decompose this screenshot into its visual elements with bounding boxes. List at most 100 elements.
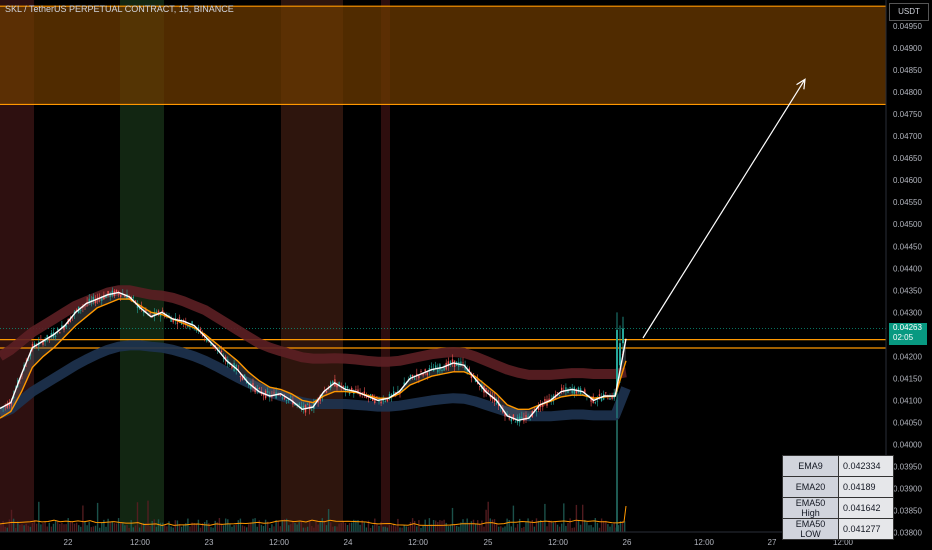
volume-bar <box>491 519 494 532</box>
volume-bar <box>334 526 336 532</box>
volume-bar <box>407 526 410 532</box>
volume-bar <box>439 520 441 532</box>
price-tick-label: 0.04050 <box>893 418 922 427</box>
candle-body <box>414 378 416 380</box>
volume-bar <box>128 527 130 532</box>
candle-body <box>418 375 420 379</box>
volume-bar <box>120 522 122 532</box>
volume-bar <box>537 520 540 532</box>
candle-body <box>462 362 464 364</box>
volume-bar <box>42 523 44 532</box>
volume-bar <box>73 523 76 532</box>
candle-body <box>311 409 313 411</box>
volume-bar <box>304 527 307 532</box>
volume-bar <box>210 527 212 532</box>
candle-body <box>54 335 57 337</box>
volume-bar <box>348 523 351 532</box>
volume-bar <box>170 526 172 532</box>
volume-bar <box>174 520 176 532</box>
ema-legend-table: EMA9 0.042334 EMA20 0.04189 EMA50 High 0.04… <box>782 455 894 540</box>
price-tick-label: 0.04550 <box>893 198 922 207</box>
candle-body <box>409 374 412 378</box>
volume-bar <box>613 522 615 532</box>
price-tick-label: 0.04000 <box>893 440 922 449</box>
price-tick-label: 0.04900 <box>893 44 922 53</box>
volume-bar <box>86 525 88 532</box>
candle-body <box>561 387 563 391</box>
volume-bar <box>48 522 50 532</box>
candle-body <box>508 418 510 420</box>
volume-bar <box>405 526 407 532</box>
volume-bar <box>319 521 321 532</box>
volume-bar <box>411 518 414 532</box>
price-tick-label: 0.03900 <box>893 485 922 494</box>
volume-bar <box>214 520 216 532</box>
volume-bar <box>155 526 158 532</box>
volume-bar <box>510 526 512 532</box>
volume-bar <box>325 525 328 532</box>
volume-bar <box>281 520 284 532</box>
volume-bar <box>277 521 279 532</box>
volume-bar <box>233 525 235 532</box>
price-tick-label: 0.04750 <box>893 110 922 119</box>
volume-bar <box>300 521 302 532</box>
candle-body <box>535 411 538 413</box>
volume-bar <box>294 522 296 532</box>
candle-body <box>521 416 523 418</box>
volume-bar <box>416 526 418 532</box>
volume-bar <box>346 525 349 532</box>
candle-body <box>306 404 309 406</box>
volume-bar <box>535 518 538 532</box>
candle-body <box>10 403 13 405</box>
volume-bar <box>447 526 449 532</box>
bar-countdown: 02:05 <box>893 333 914 342</box>
volume-bar <box>264 519 267 532</box>
volume-bar <box>435 520 437 532</box>
volume-bar <box>355 520 357 532</box>
volume-bar <box>502 527 504 532</box>
volume-bar <box>399 527 401 532</box>
volume-bar <box>344 522 347 532</box>
candle-body <box>40 338 42 340</box>
volume-bar <box>229 523 231 532</box>
volume-bar <box>197 519 200 532</box>
volume-bar <box>59 523 61 532</box>
volume-bar <box>596 522 599 532</box>
volume-bar <box>298 521 300 532</box>
volume-bar <box>470 521 473 532</box>
candle-body <box>101 298 103 301</box>
volume-bar <box>105 526 107 532</box>
volume-bar <box>351 522 353 532</box>
price-tick-label: 0.04200 <box>893 352 922 361</box>
projection-arrow <box>642 78 806 339</box>
price-tick-label: 0.04600 <box>893 176 922 185</box>
volume-bar <box>208 523 210 532</box>
candle-body <box>124 295 126 298</box>
volume-bar <box>222 525 225 532</box>
volume-bar <box>65 524 67 532</box>
volume-bar <box>54 520 57 532</box>
volume-bar <box>453 524 456 532</box>
volume-bar <box>237 520 239 532</box>
candle-body <box>283 397 286 400</box>
last-price: 0.04263 <box>893 323 922 332</box>
volume-bar <box>374 518 376 532</box>
candle-body <box>120 294 122 298</box>
volume-bar <box>546 526 548 532</box>
volume-bar <box>302 527 305 532</box>
candle-body <box>298 403 300 406</box>
volume-bar <box>12 518 15 532</box>
currency-unit-button[interactable]: USDT <box>889 3 929 21</box>
volume-bar <box>40 524 42 532</box>
volume-bar <box>187 518 189 532</box>
volume-bar <box>218 518 221 532</box>
candle-body <box>384 400 386 402</box>
volume-bar <box>4 526 6 532</box>
price-tick-label: 0.04650 <box>893 154 922 163</box>
volume-bar <box>109 521 111 532</box>
volume-bar <box>584 519 586 532</box>
volume-bar <box>271 524 273 532</box>
volume-bar <box>621 521 624 532</box>
candle-body <box>285 400 288 401</box>
volume-bar <box>493 519 496 532</box>
